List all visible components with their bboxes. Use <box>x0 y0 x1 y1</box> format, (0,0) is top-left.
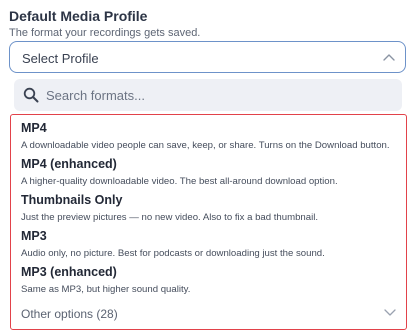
option-mp3-enhanced[interactable]: MP3 (enhanced) Same as MP3, but higher s… <box>21 265 401 296</box>
option-description: Just the preview pictures — no new video… <box>21 212 319 223</box>
search-icon <box>23 87 39 103</box>
options-list: MP4 A downloadable video people can save… <box>10 114 407 330</box>
option-mp3[interactable]: MP3 Audio only, no picture. Best for pod… <box>21 229 401 260</box>
chevron-down-icon[interactable] <box>384 309 396 317</box>
select-value: Select Profile <box>22 51 99 66</box>
profile-select[interactable]: Select Profile <box>9 41 406 73</box>
search-input[interactable] <box>46 79 386 111</box>
chevron-up-icon <box>383 54 395 61</box>
option-description: Audio only, no picture. Best for podcast… <box>21 248 325 259</box>
search-box <box>14 79 402 111</box>
option-title: MP3 (enhanced) <box>21 265 117 279</box>
option-description: Same as MP3, but higher sound quality. <box>21 284 191 295</box>
option-title: MP4 <box>21 121 47 135</box>
option-description: A downloadable video people can save, ke… <box>21 140 390 151</box>
option-title: MP3 <box>21 229 47 243</box>
field-title: Default Media Profile <box>9 8 148 24</box>
option-description: A higher-quality downloadable video. The… <box>21 176 338 187</box>
option-thumbnails-only[interactable]: Thumbnails Only Just the preview picture… <box>21 193 401 224</box>
field-description: The format your recordings gets saved. <box>9 27 201 39</box>
option-mp4-enhanced[interactable]: MP4 (enhanced) A higher-quality download… <box>21 157 401 188</box>
other-options-toggle[interactable]: Other options (28) <box>21 307 118 321</box>
option-mp4[interactable]: MP4 A downloadable video people can save… <box>21 121 401 152</box>
option-title: Thumbnails Only <box>21 193 123 207</box>
option-title: MP4 (enhanced) <box>21 157 117 171</box>
